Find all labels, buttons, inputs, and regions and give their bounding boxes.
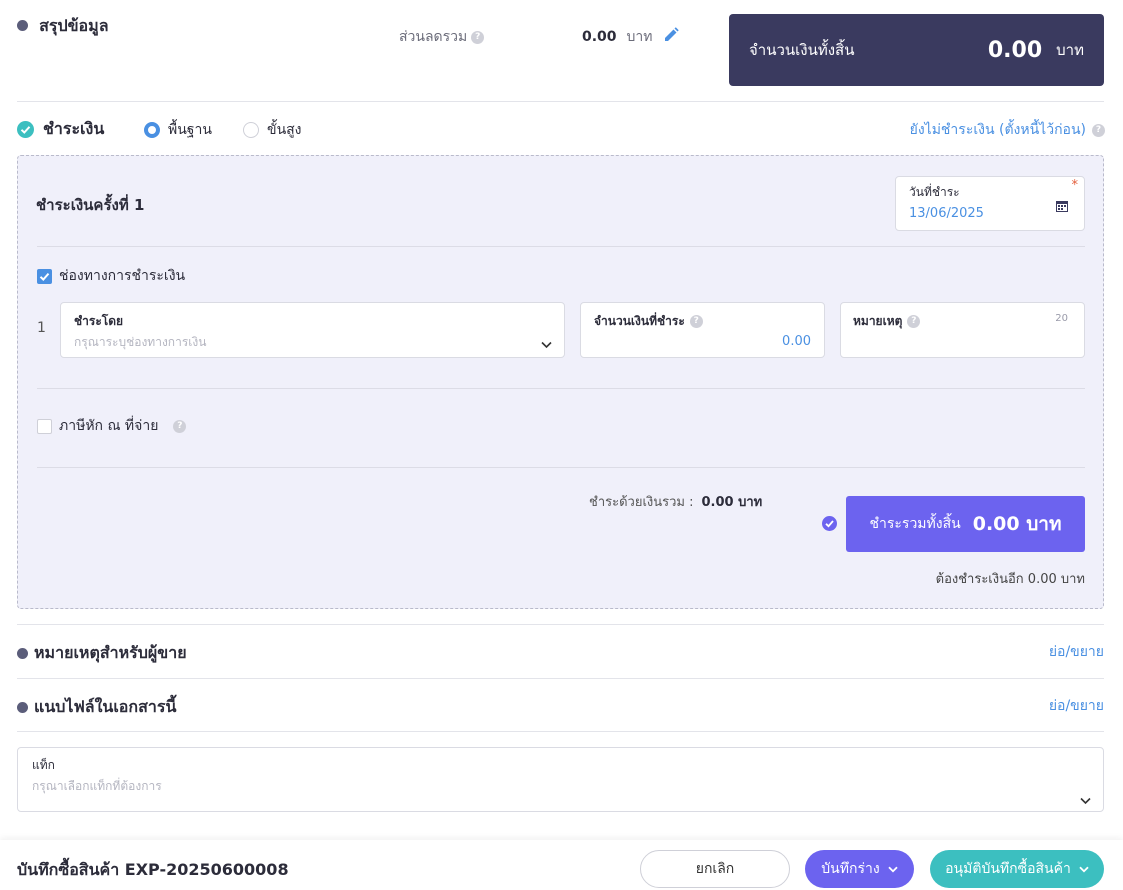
channel-checkbox[interactable]: ช่องทางการชำระเงิน: [37, 265, 185, 287]
note-label-row: หมายเหตุ ?: [853, 312, 921, 331]
mode-basic-label: พื้นฐาน: [168, 122, 212, 138]
mode-advanced-radio[interactable]: ขั้นสูง: [243, 119, 302, 141]
grand-total-unit: บาท: [1056, 41, 1084, 59]
channel-checkbox-label: ช่องทางการชำระเงิน: [59, 268, 186, 284]
grand-total-label: จำนวนเงินทั้งสิ้น: [749, 41, 855, 59]
discount-label: ส่วนลดรวม: [399, 29, 468, 45]
checkbox-checked-icon: [37, 268, 52, 284]
seller-note-header: หมายเหตุสำหรับผู้ขาย: [17, 641, 187, 666]
chevron-down-icon: [1080, 790, 1091, 809]
approve-button-label: อนุมัติบันทึกซื้อสินค้า: [945, 861, 1071, 877]
unpaid-help-icon[interactable]: ?: [1092, 123, 1105, 137]
cancel-button[interactable]: ยกเลิก: [640, 850, 790, 888]
pay-by-placeholder: กรุณาระบุช่องทางการเงิน: [74, 335, 207, 349]
discount-unit: บาท: [626, 29, 653, 45]
payment-header: ชำระเงิน: [17, 117, 104, 142]
discount-value-row: 0.00 บาท: [582, 26, 679, 48]
attachments-toggle[interactable]: ย่อ/ขยาย: [1049, 695, 1104, 717]
divider: [37, 467, 1085, 468]
checkbox-unchecked-icon: [37, 418, 52, 434]
chevron-down-icon: [1079, 861, 1089, 877]
total-paid-button-label: ชำระรวมทั้งสิ้น: [869, 516, 961, 532]
divider: [17, 624, 1104, 625]
divider: [17, 678, 1104, 679]
withholding-label: ภาษีหัก ณ ที่จ่าย: [59, 418, 159, 434]
discount-help-icon[interactable]: ?: [471, 30, 485, 44]
tags-placeholder: กรุณาเลือกแท็กที่ต้องการ: [32, 779, 162, 793]
footer-doc-title: บันทึกซื้อสินค้า EXP-20250600008: [17, 860, 289, 879]
divider: [37, 388, 1085, 389]
total-check-icon: [822, 516, 837, 531]
paid-total-value: 0.00 บาท: [701, 495, 763, 510]
seller-note-toggle[interactable]: ย่อ/ขยาย: [1049, 641, 1104, 663]
summary-bullet: [17, 20, 28, 31]
save-draft-button-label: บันทึกร่าง: [821, 861, 880, 877]
remaining-text: ต้องชำระเงินอีก 0.00 บาท: [935, 572, 1085, 587]
installment-title: ชำระเงินครั้งที่ 1: [36, 196, 145, 214]
total-paid-button[interactable]: ชำระรวมทั้งสิ้น 0.00 บาท: [846, 496, 1085, 552]
tags-select[interactable]: แท็ก กรุณาเลือกแท็กที่ต้องการ: [17, 747, 1104, 812]
calendar-icon[interactable]: [1056, 197, 1068, 216]
mode-advanced-label: ขั้นสูง: [267, 122, 302, 138]
note-field[interactable]: หมายเหตุ ? 20: [840, 302, 1085, 358]
radio-unselected-icon: [243, 122, 259, 138]
unpaid-link-row: ยังไม่ชำระเงิน (ตั้งหนี้ไว้ก่อน) ?: [910, 119, 1105, 141]
chevron-down-icon: [888, 861, 898, 877]
payment-date-label: วันที่ชำระ: [909, 185, 960, 199]
chevron-down-icon: [541, 334, 552, 353]
cancel-button-label: ยกเลิก: [695, 861, 735, 877]
mode-basic-radio[interactable]: พื้นฐาน: [144, 119, 212, 141]
divider: [17, 101, 1104, 102]
paid-total-label: ชำระด้วยเงินรวม :: [589, 495, 694, 510]
note-label: หมายเหตุ: [853, 314, 903, 328]
pay-by-label: ชำระโดย: [74, 314, 124, 328]
tags-label: แท็ก: [32, 758, 55, 772]
summary-title: สรุปข้อมูล: [39, 16, 109, 35]
grand-total-panel: จำนวนเงินทั้งสิ้น 0.00 บาท: [729, 14, 1104, 86]
divider: [37, 246, 1085, 247]
attachments-header: แนบไฟล์ในเอกสารนี้: [17, 695, 176, 720]
unpaid-link[interactable]: ยังไม่ชำระเงิน (ตั้งหนี้ไว้ก่อน): [910, 119, 1086, 141]
seller-note-title: หมายเหตุสำหรับผู้ขาย: [34, 643, 187, 662]
summary-section: สรุปข้อมูล: [17, 14, 109, 39]
amount-help-icon[interactable]: ?: [689, 315, 703, 328]
payment-check-icon: [17, 121, 34, 138]
withholding-checkbox[interactable]: ภาษีหัก ณ ที่จ่าย ?: [37, 415, 187, 437]
total-paid-button-value: 0.00 บาท: [972, 513, 1062, 535]
attachments-bullet: [17, 702, 28, 713]
payment-date-field[interactable]: วันที่ชำระ * 13/06/2025: [895, 176, 1085, 231]
amount-label: จำนวนเงินที่ชำระ: [594, 314, 685, 328]
discount-row: ส่วนลดรวม ?: [399, 26, 485, 48]
payment-date-value: 13/06/2025: [909, 206, 984, 221]
save-draft-button[interactable]: บันทึกร่าง: [805, 850, 914, 888]
withholding-help-icon[interactable]: ?: [173, 419, 187, 433]
note-help-icon[interactable]: ?: [907, 315, 921, 328]
seller-note-bullet: [17, 648, 28, 659]
amount-field[interactable]: จำนวนเงินที่ชำระ ? 0.00: [580, 302, 825, 358]
radio-selected-icon: [144, 122, 160, 138]
attachments-title: แนบไฟล์ในเอกสารนี้: [34, 697, 177, 716]
row-index: 1: [37, 320, 46, 336]
discount-value: 0.00: [582, 29, 617, 45]
approve-button[interactable]: อนุมัติบันทึกซื้อสินค้า: [930, 850, 1104, 888]
amount-label-row: จำนวนเงินที่ชำระ ?: [594, 312, 703, 331]
pay-by-select[interactable]: ชำระโดย กรุณาระบุช่องทางการเงิน: [60, 302, 565, 358]
divider: [17, 731, 1104, 732]
grand-total-value: 0.00: [987, 37, 1043, 63]
amount-value: 0.00: [782, 334, 811, 349]
required-asterisk: *: [1071, 178, 1079, 193]
note-counter: 20: [1055, 313, 1068, 324]
paid-total-row: ชำระด้วยเงินรวม : 0.00 บาท: [589, 491, 762, 512]
edit-pencil-icon[interactable]: [663, 27, 679, 47]
payment-title: ชำระเงิน: [43, 119, 105, 138]
